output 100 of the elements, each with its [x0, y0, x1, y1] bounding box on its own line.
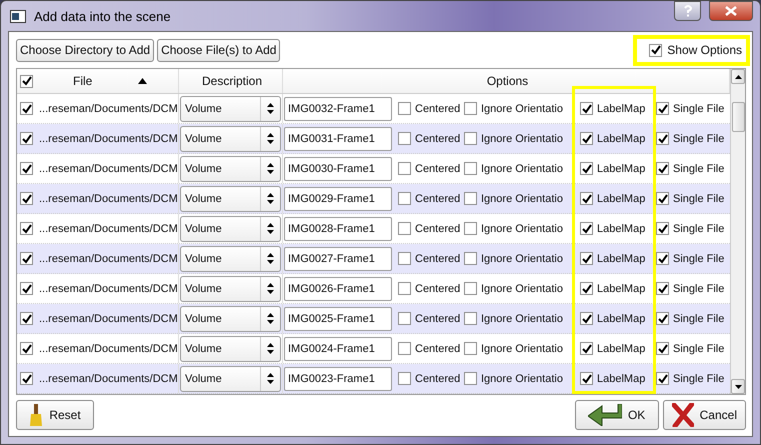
close-button[interactable]	[709, 1, 753, 21]
checkbox[interactable]	[580, 132, 593, 145]
checkbox[interactable]	[398, 222, 411, 235]
checkbox[interactable]	[656, 132, 669, 145]
description-dropdown[interactable]: Volume	[180, 336, 281, 362]
checkbox[interactable]	[580, 342, 593, 355]
checkbox-label: LabelMap	[597, 342, 646, 354]
checkbox[interactable]	[580, 252, 593, 265]
name-field[interactable]: IMG0031-Frame1	[284, 126, 392, 150]
checkbox-label: Single File	[673, 102, 724, 114]
description-dropdown[interactable]: Volume	[180, 96, 281, 122]
checkbox-label: Centered	[415, 102, 460, 114]
arrow-icon	[588, 404, 622, 426]
checkbox[interactable]	[464, 192, 477, 205]
checkbox[interactable]	[464, 252, 477, 265]
add-button[interactable]: Choose Directory to Add	[16, 38, 154, 62]
description-dropdown[interactable]: Volume	[180, 306, 281, 332]
name-field[interactable]: IMG0026-Frame1	[284, 276, 392, 300]
reset-button[interactable]: Reset	[16, 400, 94, 430]
checkbox[interactable]	[398, 252, 411, 265]
name-field[interactable]: IMG0029-Frame1	[284, 186, 392, 210]
checkbox-label: Single File	[673, 342, 724, 354]
description-dropdown[interactable]: Volume	[180, 246, 281, 272]
checkbox[interactable]	[20, 372, 33, 385]
checkbox[interactable]	[580, 372, 593, 385]
checkbox[interactable]	[398, 342, 411, 355]
checkbox-label: Single File	[673, 372, 724, 384]
description-dropdown[interactable]: Volume	[180, 186, 281, 212]
checkbox[interactable]	[464, 162, 477, 175]
checkbox[interactable]	[580, 312, 593, 325]
name-field[interactable]: IMG0024-Frame1	[284, 336, 392, 360]
column-header[interactable]: File	[73, 74, 92, 88]
checkbox[interactable]	[464, 132, 477, 145]
column-header[interactable]: Description	[202, 74, 262, 88]
checkbox[interactable]	[398, 102, 411, 115]
name-field[interactable]: IMG0032-Frame1	[284, 96, 392, 120]
checkbox[interactable]	[580, 162, 593, 175]
checkbox[interactable]	[398, 192, 411, 205]
window-title: Add data into the scene	[34, 8, 172, 24]
checkbox[interactable]	[398, 282, 411, 295]
description-dropdown[interactable]: Volume	[180, 366, 281, 392]
checkbox[interactable]	[20, 252, 33, 265]
checkbox-label: Centered	[415, 312, 460, 324]
name-field[interactable]: IMG0030-Frame1	[284, 156, 392, 180]
description-dropdown[interactable]: Volume	[180, 276, 281, 302]
add-button[interactable]: Choose File(s) to Add	[157, 38, 280, 62]
checkbox[interactable]	[398, 162, 411, 175]
name-field[interactable]: IMG0027-Frame1	[284, 246, 392, 270]
checkbox[interactable]	[656, 192, 669, 205]
checkbox[interactable]	[20, 162, 33, 175]
checkbox[interactable]	[20, 282, 33, 295]
spinner-icon	[267, 193, 274, 204]
file-path: ...reseman/Documents/DCM	[39, 102, 178, 114]
description-dropdown[interactable]: Volume	[180, 126, 281, 152]
checkbox[interactable]	[464, 312, 477, 325]
ok-button[interactable]: OK	[574, 400, 659, 430]
checkbox[interactable]	[464, 222, 477, 235]
checkbox[interactable]	[656, 222, 669, 235]
file-path: ...reseman/Documents/DCM	[39, 132, 178, 144]
checkbox[interactable]	[580, 192, 593, 205]
checkbox[interactable]	[580, 282, 593, 295]
checkbox[interactable]	[464, 372, 477, 385]
checkbox-label: Centered	[415, 132, 460, 144]
checkbox[interactable]	[649, 44, 662, 56]
checkbox[interactable]	[464, 342, 477, 355]
spinner-icon	[267, 253, 274, 264]
brush-icon	[29, 404, 44, 426]
scroll-down-button[interactable]	[731, 379, 745, 394]
description-dropdown[interactable]: Volume	[180, 216, 281, 242]
checkbox[interactable]	[20, 102, 33, 115]
select-all-checkbox[interactable]	[20, 74, 33, 88]
checkbox[interactable]	[656, 372, 669, 385]
checkbox[interactable]	[464, 102, 477, 115]
checkbox[interactable]	[398, 312, 411, 325]
name-field[interactable]: IMG0023-Frame1	[284, 366, 392, 390]
checkbox[interactable]	[656, 252, 669, 265]
checkbox[interactable]	[398, 372, 411, 385]
checkbox[interactable]	[656, 162, 669, 175]
checkbox[interactable]	[580, 222, 593, 235]
scrollbar-thumb[interactable]	[732, 102, 744, 132]
checkbox[interactable]	[20, 132, 33, 145]
scroll-up-button[interactable]	[731, 69, 745, 84]
name-field[interactable]: IMG0025-Frame1	[284, 306, 392, 330]
cancel-button[interactable]: Cancel	[662, 400, 746, 430]
checkbox-label: Single File	[673, 282, 724, 294]
checkbox[interactable]	[20, 192, 33, 205]
checkbox[interactable]	[656, 342, 669, 355]
checkbox[interactable]	[656, 282, 669, 295]
checkbox[interactable]	[656, 102, 669, 115]
description-dropdown[interactable]: Volume	[180, 156, 281, 182]
checkbox[interactable]	[656, 312, 669, 325]
name-field[interactable]: IMG0028-Frame1	[284, 216, 392, 240]
checkbox[interactable]	[580, 102, 593, 115]
help-button[interactable]	[674, 1, 701, 21]
checkbox[interactable]	[398, 132, 411, 145]
checkbox[interactable]	[20, 342, 33, 355]
checkbox[interactable]	[464, 282, 477, 295]
column-header[interactable]: Options	[486, 74, 528, 88]
checkbox[interactable]	[20, 312, 33, 325]
checkbox[interactable]	[20, 222, 33, 235]
